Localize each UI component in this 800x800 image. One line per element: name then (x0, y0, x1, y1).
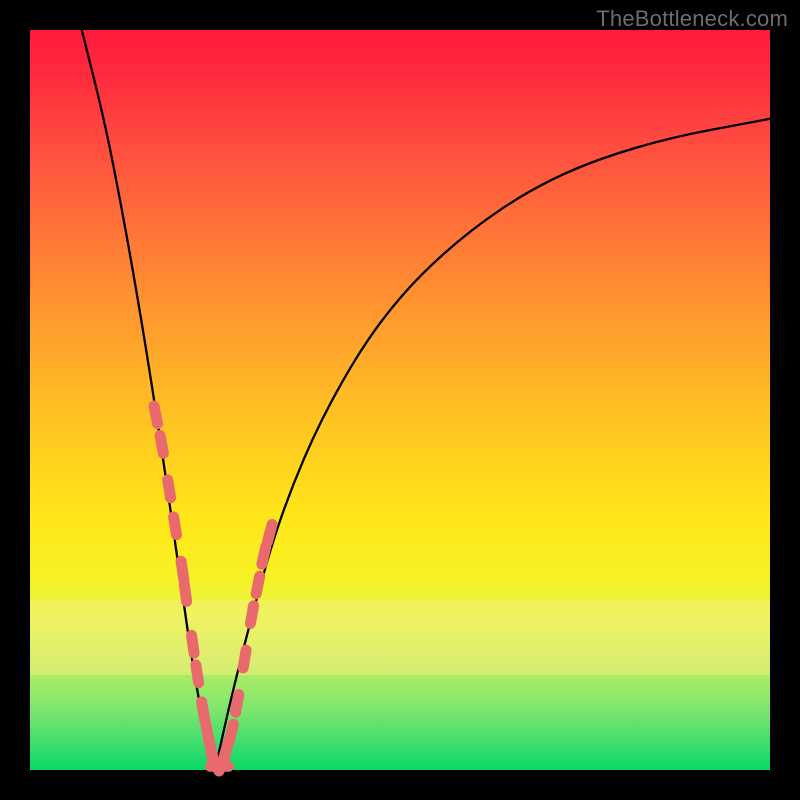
marker-point (256, 576, 260, 594)
marker-point (154, 406, 158, 424)
marker-point (262, 547, 266, 565)
marker-point (243, 650, 246, 668)
marker-point (267, 525, 272, 542)
marker-layer (154, 406, 272, 771)
marker-point (229, 724, 233, 742)
curve-right (215, 119, 770, 770)
marker-point (236, 695, 239, 713)
marker-point (250, 606, 253, 624)
chart-svg (30, 30, 770, 770)
marker-point (168, 480, 171, 498)
marker-point (174, 517, 177, 535)
marker-point (184, 583, 187, 601)
marker-point (181, 561, 184, 579)
plot-area (30, 30, 770, 770)
curve-left (82, 30, 215, 770)
marker-point (192, 635, 195, 653)
curve-layer (82, 30, 770, 770)
outer-frame: TheBottleneck.com (0, 0, 800, 800)
marker-point (196, 665, 199, 683)
watermark-text: TheBottleneck.com (596, 6, 788, 32)
marker-point (202, 702, 205, 720)
marker-point (160, 436, 163, 454)
